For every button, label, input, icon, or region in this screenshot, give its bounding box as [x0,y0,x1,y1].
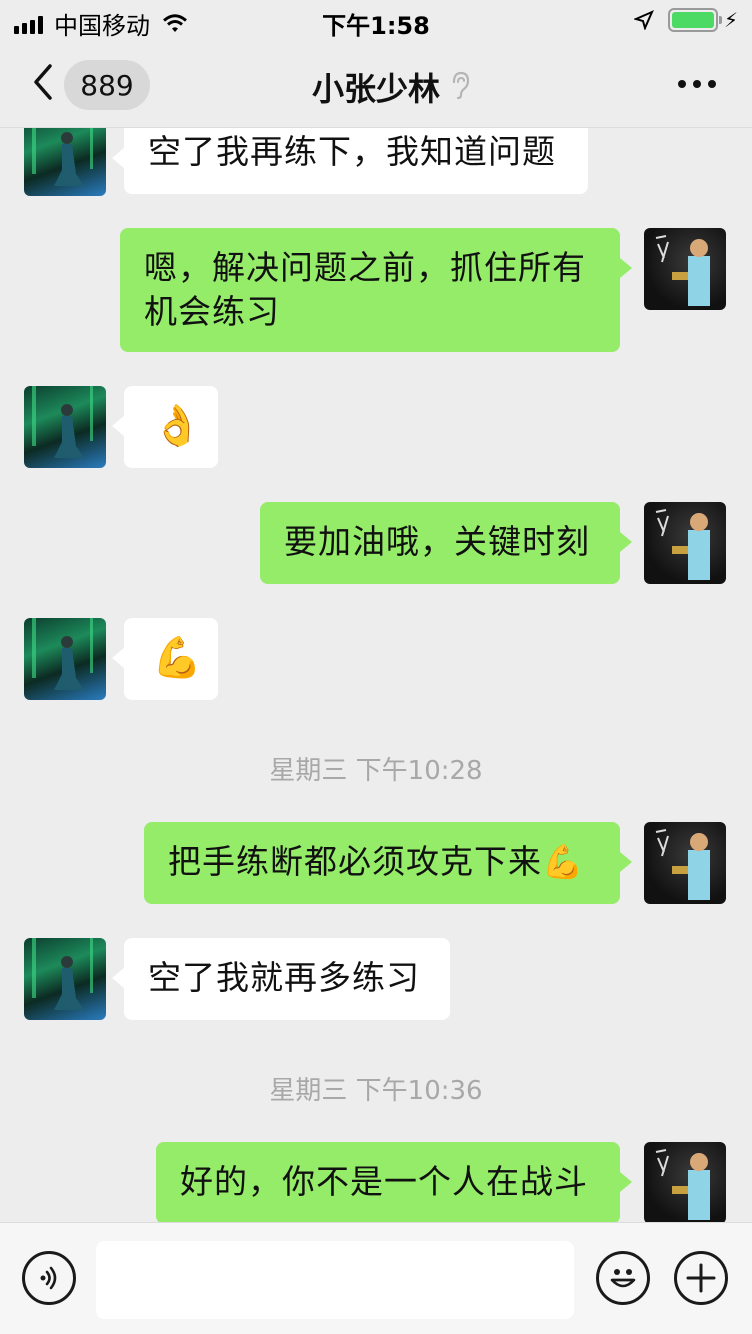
contact-avatar[interactable] [24,938,106,1020]
my-avatar[interactable] [644,228,726,310]
battery-icon [667,8,722,32]
message-input[interactable] [96,1241,574,1319]
contact-avatar[interactable] [24,128,106,196]
message-bubble-sent[interactable]: 好的，你不是一个人在战斗 [156,1142,632,1222]
plus-icon [686,1263,716,1293]
message-text: 好的，你不是一个人在战斗 [180,1162,588,1201]
voice-icon [40,1266,57,1290]
message-bubble-received[interactable]: 💪 [112,618,218,700]
timestamp: 星期三 下午10:36 [269,1076,483,1106]
ok-hand-emoji: 👌 [152,403,203,449]
my-avatar[interactable] [644,822,726,904]
message-text-line1: 嗯，解决问题之前，抓住所有 [144,248,586,287]
emoji-icon [610,1269,636,1288]
plus-button[interactable] [674,1251,728,1305]
message-text-line2: 机会练习 [144,292,280,331]
status-bar: 中国移动 下午1:58 ⚡ [0,0,752,40]
contact-avatar[interactable] [24,386,106,468]
message-text: 空了我就再多练习 [148,958,420,997]
timestamp: 星期三 下午10:28 [269,756,483,786]
charging-bolt-icon: ⚡ [723,8,738,32]
message-bubble-sent[interactable]: 要加油哦，关键时刻 [260,502,632,584]
more-options-button[interactable] [671,80,716,88]
message-text: 把手练断都必须攻克下来💪 [168,842,585,881]
status-right: ⚡ [633,8,738,32]
message-bubble-received[interactable]: 空了我就再多练习 [112,938,450,1020]
chat-title: 小张少林 [311,70,440,108]
message-text: 空了我再练下，我知道问题 [148,132,556,171]
message-bubble-received[interactable]: 👌 [112,386,218,468]
contact-avatar[interactable] [24,618,106,700]
input-bar [0,1222,752,1334]
message-bubble-sent[interactable]: 把手练断都必须攻克下来💪 [144,822,632,904]
ear-icon [452,71,470,100]
message-bubble-received[interactable]: 空了我再练下，我知道问题 [112,128,588,194]
emoji-button[interactable] [596,1251,650,1305]
location-arrow-icon [633,10,654,30]
chat-area[interactable]: 空了我再练下，我知道问题 嗯，解决问题之前，抓住所有 机会练习 👌 要加油哦，关… [0,128,752,1222]
voice-input-button[interactable] [22,1251,76,1305]
flexed-biceps-emoji: 💪 [152,635,203,681]
message-bubble-sent[interactable]: 嗯，解决问题之前，抓住所有 机会练习 [120,228,632,352]
my-avatar[interactable] [644,1142,726,1222]
nav-bar: 889 小张少林 [0,40,752,128]
message-text: 要加油哦，关键时刻 [284,522,590,561]
my-avatar[interactable] [644,502,726,584]
